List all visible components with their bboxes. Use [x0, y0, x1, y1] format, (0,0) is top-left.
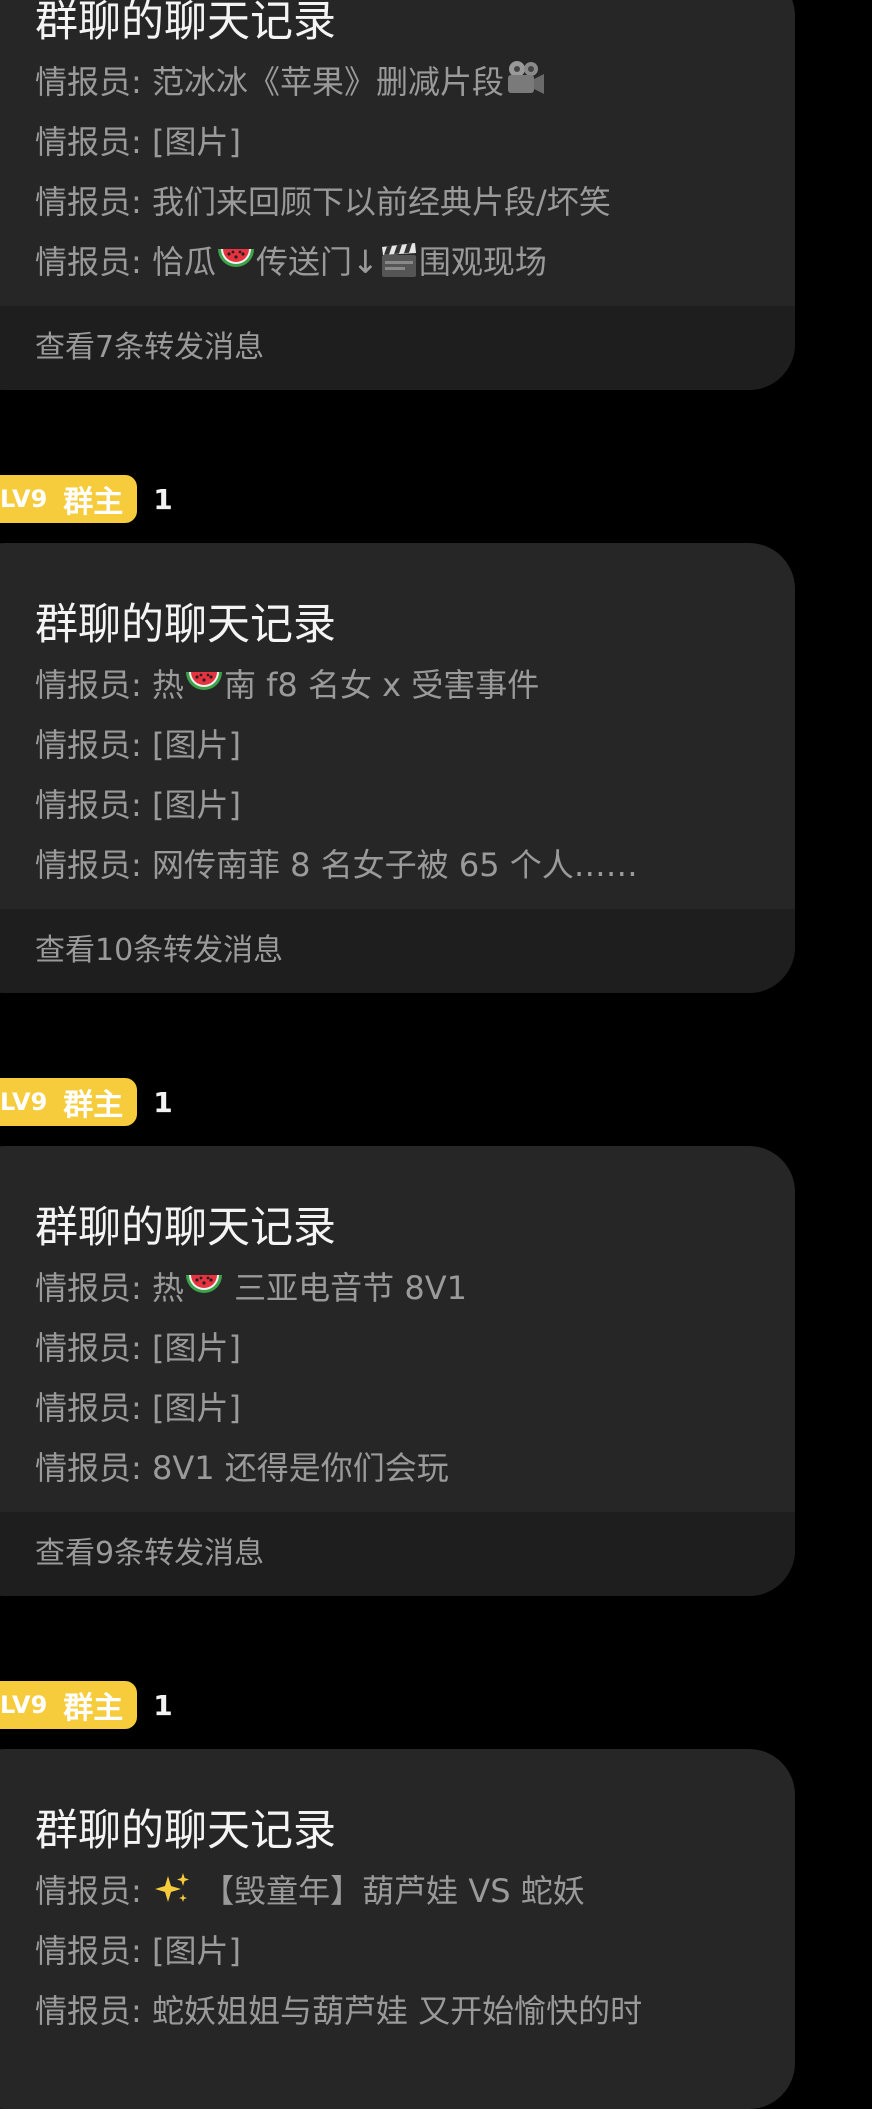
message-separator: : — [131, 1449, 152, 1487]
message-line: 情报员: 范冰冰《苹果》删减片段 — [35, 52, 795, 112]
message-line: 情报员: 热 三亚电音节 8V1 — [35, 1258, 795, 1318]
message-text: 围观现场 — [418, 243, 547, 281]
message-line: 情报员: 蛇妖姐姐与葫芦娃 又开始愉快的时 — [35, 1981, 795, 2041]
message-text: 热 — [151, 1269, 184, 1307]
chat-record-card[interactable]: 群聊的聊天记录 情报员: 热 三亚电音节 8V1 情报员: [图片] 情报员: … — [0, 1146, 795, 1596]
message-separator: : — [131, 123, 152, 161]
message-text: 范冰冰《苹果》删减片段 — [151, 63, 504, 101]
message-sender: 情报员 — [35, 1449, 132, 1487]
sender-name[interactable]: 1 — [153, 1086, 172, 1119]
card-title: 群聊的聊天记录 — [35, 1806, 336, 1856]
sender-badge-row: LV9 群主 1 — [0, 475, 173, 523]
sparkles-icon — [152, 1870, 192, 1908]
message-text: 传送门↓ — [255, 243, 379, 281]
message-sender: 情报员 — [35, 726, 132, 764]
message-sender: 情报员 — [35, 786, 132, 824]
message-text: 我们来回顾下以前经典片段/坏笑 — [151, 183, 611, 221]
card-title: 群聊的聊天记录 — [35, 1203, 336, 1253]
message-separator: : — [131, 1329, 152, 1367]
message-separator: : — [131, 1932, 152, 1970]
sender-badge-row: LV9 群主 1 — [0, 1681, 173, 1729]
message-sender: 情报员 — [35, 1992, 132, 2030]
message-line: 情报员: 【毁童年】葫芦娃 VS 蛇妖 — [35, 1861, 795, 1921]
message-line: 情报员: [图片] — [35, 715, 795, 775]
message-separator: : — [131, 786, 152, 824]
message-text: 南 f8 名女 x 受害事件 — [223, 666, 540, 704]
chat-record-card[interactable]: 群聊的聊天记录 情报员: 热 南 f8 名女 x 受害事件 情报员: [图片] … — [0, 543, 795, 993]
message-text: 网传南菲 8 名女子被 65 个人…… — [151, 846, 638, 884]
message-separator: : — [131, 1992, 152, 2030]
message-sender: 情报员 — [35, 1269, 132, 1307]
message-text: [图片] — [151, 786, 241, 824]
message-separator: : — [131, 1389, 152, 1427]
card-title: 群聊的聊天记录 — [35, 0, 336, 47]
message-separator: : — [131, 846, 152, 884]
message-text: [图片] — [151, 726, 241, 764]
message-line: 情报员: 8V1 还得是你们会玩 — [35, 1438, 795, 1498]
message-separator: : — [131, 183, 152, 221]
chat-record-card[interactable]: 群聊的聊天记录 情报员: 范冰冰《苹果》删减片段 情报员: [图片] 情报员: … — [0, 0, 795, 390]
message-line: 情报员: 热 南 f8 名女 x 受害事件 — [35, 655, 795, 715]
message-text: 三亚电音节 8V1 — [223, 1269, 467, 1307]
message-separator: : — [131, 63, 152, 101]
message-line: 情报员: 我们来回顾下以前经典片段/坏笑 — [35, 172, 795, 232]
message-line: 情报员: 恰瓜 传送门↓ 围观现场 — [35, 232, 795, 292]
message-text: [图片] — [151, 123, 241, 161]
card-title: 群聊的聊天记录 — [35, 600, 336, 650]
role-label: 群主 — [63, 485, 124, 520]
sender-badge-row: LV9 群主 1 — [0, 1078, 173, 1126]
message-line: 情报员: [图片] — [35, 112, 795, 172]
clapper-board-icon — [379, 241, 419, 279]
message-line: 情报员: 网传南菲 8 名女子被 65 个人…… — [35, 835, 795, 895]
watermelon-icon — [184, 666, 224, 702]
watermelon-icon — [184, 1269, 224, 1305]
watermelon-icon — [216, 243, 256, 279]
message-text: 8V1 还得是你们会玩 — [151, 1449, 449, 1487]
message-line: 情报员: [图片] — [35, 775, 795, 835]
message-sender: 情报员 — [35, 1389, 132, 1427]
level-label: LV9 — [0, 1691, 48, 1719]
message-sender: 情报员 — [35, 243, 132, 281]
message-sender: 情报员 — [35, 666, 132, 704]
message-text: [图片] — [151, 1329, 241, 1367]
message-separator: : — [131, 1269, 152, 1307]
view-forwarded-messages-link[interactable]: 查看9条转发消息 — [0, 1512, 795, 1596]
group-owner-badge: LV9 群主 — [0, 475, 138, 523]
sender-name[interactable]: 1 — [153, 1689, 172, 1722]
message-sender: 情报员 — [35, 63, 132, 101]
message-separator: : — [131, 1872, 152, 1910]
message-text: 【毁童年】葫芦娃 VS 蛇妖 — [191, 1872, 585, 1910]
message-line: 情报员: [图片] — [35, 1318, 795, 1378]
message-text: 蛇妖姐姐与葫芦娃 又开始愉快的时 — [151, 1992, 643, 2030]
message-sender: 情报员 — [35, 1329, 132, 1367]
chat-record-card[interactable]: 群聊的聊天记录 情报员: 【毁童年】葫芦娃 VS 蛇妖 情报员: [图片] 情报… — [0, 1749, 795, 2109]
message-text: 恰瓜 — [151, 243, 216, 281]
message-separator: : — [131, 666, 152, 704]
message-text: 热 — [151, 666, 184, 704]
level-label: LV9 — [0, 1088, 48, 1116]
message-separator: : — [131, 726, 152, 764]
view-forwarded-messages-link[interactable]: 查看10条转发消息 — [0, 909, 795, 993]
message-sender: 情报员 — [35, 123, 132, 161]
group-owner-badge: LV9 群主 — [0, 1681, 138, 1729]
group-owner-badge: LV9 群主 — [0, 1078, 138, 1126]
movie-camera-icon — [504, 59, 546, 99]
message-text: [图片] — [151, 1932, 241, 1970]
view-forwarded-messages-link[interactable]: 查看7条转发消息 — [0, 306, 795, 390]
message-text: [图片] — [151, 1389, 241, 1427]
message-sender: 情报员 — [35, 183, 132, 221]
message-sender: 情报员 — [35, 846, 132, 884]
role-label: 群主 — [63, 1088, 124, 1123]
sender-name[interactable]: 1 — [153, 483, 172, 516]
message-line: 情报员: [图片] — [35, 1921, 795, 1981]
message-sender: 情报员 — [35, 1872, 132, 1910]
role-label: 群主 — [63, 1691, 124, 1726]
level-label: LV9 — [0, 485, 48, 513]
message-line: 情报员: [图片] — [35, 1378, 795, 1438]
message-sender: 情报员 — [35, 1932, 132, 1970]
message-separator: : — [131, 243, 152, 281]
